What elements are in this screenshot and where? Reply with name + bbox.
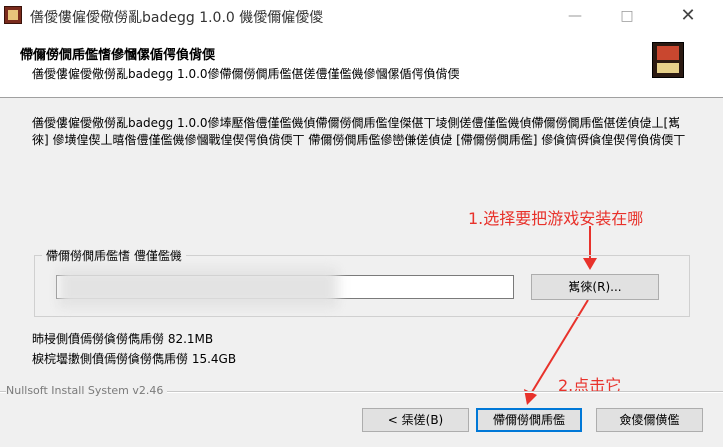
annotation-step1: 1.选择要把游戏安装在哪: [468, 209, 644, 228]
back-button[interactable]: < 栠傞(B): [362, 408, 469, 432]
wizard-header: 僀儞僗僩乕儖愭傪慖傫偱偔偩偝偄 僐僾僂僱僾儆僗亂badegg 1.0.0傪僀儞僗…: [0, 32, 723, 98]
redacted-path: [58, 268, 338, 308]
page-subtitle: 僐僾僂僱僾儆僗亂badegg 1.0.0傪僀儞僗僩乕儖偡傞僼僅儖僟傪慖傫偱偔偩偝…: [32, 67, 460, 81]
window-title: 僐僾僂僱僾儆僗亂badegg 1.0.0 僟僾儞僱僾儍: [30, 10, 324, 26]
page-title: 僀儞僗僩乕儖愭傪慖傫偱偔偩偝偄: [20, 48, 216, 63]
destination-group-label: 僀儞僗僩乕儖愭 僼僅儖僟: [42, 247, 186, 264]
browse-button[interactable]: 嶲徠(R)...: [531, 274, 659, 300]
close-icon[interactable]: ✕: [665, 0, 711, 32]
cancel-button[interactable]: 僉儍儞僙儖: [596, 408, 703, 432]
install-button[interactable]: 僀儞僗僩乕儖: [476, 408, 582, 432]
instructions-text: 僐僾僂僱僾儆僗亂badegg 1.0.0傪埲壓偺僼僅儖僟偵僀儞僗僩乕儖偟傑偡丅堎…: [32, 116, 686, 147]
app-icon: [4, 6, 22, 24]
space-available: 棙梡壜擻側僨傿僗僋僗儁乕僗 15.4GB: [32, 352, 237, 366]
nsis-branding: Nullsoft Install System v2.46: [6, 384, 168, 397]
maximize-icon[interactable]: □: [604, 0, 650, 32]
game-logo-icon: [652, 42, 684, 78]
minimize-icon[interactable]: —: [552, 0, 598, 32]
title-bar: 僐僾僂僱僾儆僗亂badegg 1.0.0 僟僾儞僱僾儍 — □ ✕: [0, 0, 723, 32]
space-required: 昁梫側僨傿僗僋僗儁乕僗 82.1MB: [32, 332, 214, 346]
